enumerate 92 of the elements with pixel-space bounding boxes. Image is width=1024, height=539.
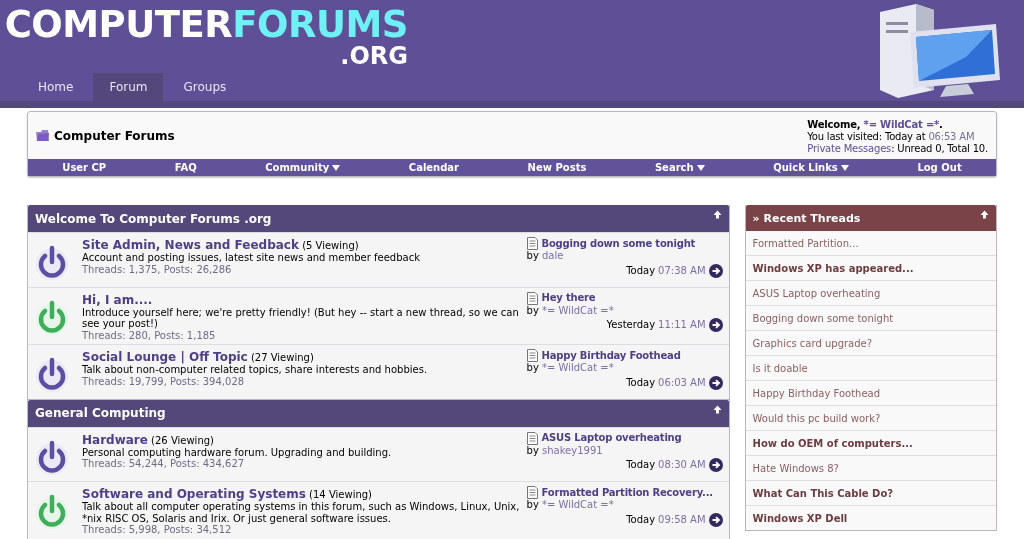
forum-stats: Threads: 19,799, Posts: 394,028 — [82, 375, 246, 387]
collapse-icon[interactable] — [712, 210, 722, 219]
forum-description: Personal computing hardware forum. Upgrading and building. — [82, 446, 393, 458]
recent-thread-link[interactable]: Hate Windows 8? — [745, 455, 996, 480]
nav-link[interactable]: User CP — [62, 162, 107, 173]
go-to-post-icon[interactable] — [708, 263, 723, 278]
nav-tab[interactable]: Forum — [93, 73, 164, 101]
nav-link[interactable]: New Posts — [527, 162, 587, 173]
forum-title-link[interactable]: Social Lounge | Off Topic — [82, 350, 248, 364]
viewing-count: (14 Viewing) — [309, 489, 372, 500]
last-post-link[interactable]: Bogging down some tonight — [541, 237, 696, 250]
post-day: Today — [626, 376, 656, 389]
recent-thread-link[interactable]: Formatted Partition... — [745, 231, 996, 255]
forum-home-title[interactable]: Computer Forums — [54, 128, 175, 143]
recent-thread-link[interactable]: Windows XP has appeared... — [745, 255, 996, 280]
post-time: 09:58 AM — [658, 513, 706, 526]
folder-icon — [36, 130, 49, 141]
viewing-count: (5 Viewing) — [302, 240, 359, 251]
username-link[interactable]: *= WildCat =* — [542, 499, 614, 510]
nav-link[interactable]: Community — [265, 162, 341, 173]
nav-link[interactable]: Search — [654, 162, 705, 173]
nav-tab[interactable]: Home — [24, 73, 88, 101]
forum-description: Account and posting issues, latest site news and member feedback — [82, 252, 421, 264]
go-to-post-icon[interactable] — [708, 458, 723, 472]
viewing-count: (27 Viewing) — [250, 352, 314, 363]
forum-description: Talk about non-computer related topics, share interests and hobbies. — [82, 364, 429, 376]
last-visited-text: You last visited: Today at 06:53 AM — [807, 130, 976, 143]
welcome-text: Welcome, *= WildCat =*. — [807, 118, 944, 131]
post-time: 11:11 AM — [658, 319, 706, 331]
last-post-link[interactable]: Hey there — [541, 292, 596, 304]
go-to-post-icon[interactable] — [708, 318, 723, 332]
go-to-post-icon[interactable] — [708, 375, 723, 390]
logo-text[interactable]: FORUMS — [232, 6, 408, 44]
recent-thread-link[interactable]: Would this pc build work? — [745, 405, 996, 430]
nav-link[interactable]: Quick Links — [773, 162, 849, 173]
logo-suffix[interactable]: .ORG — [340, 44, 408, 68]
document-icon — [526, 349, 538, 362]
username-link[interactable]: shakey1991 — [542, 444, 603, 456]
category-title[interactable]: Welcome To Computer Forums .org — [35, 211, 272, 226]
last-post-link[interactable]: ASUS Laptop overheating — [541, 432, 682, 444]
post-time: 06:03 AM — [658, 376, 706, 389]
post-time: 08:30 AM — [658, 459, 706, 471]
nav-link[interactable]: Calendar — [408, 162, 460, 173]
go-to-post-icon[interactable] — [708, 512, 723, 527]
username-link[interactable]: *= WildCat =* — [542, 362, 614, 373]
panel-title: » Recent Threads — [752, 211, 861, 225]
forum-title-link[interactable]: Software and Operating Systems — [82, 487, 306, 501]
document-icon — [526, 291, 538, 305]
forum-title-link[interactable]: Hardware — [82, 432, 148, 447]
nav-link[interactable]: FAQ — [174, 162, 197, 173]
by-label: by — [526, 444, 539, 456]
forum-stats: Threads: 54,244, Posts: 434,627 — [82, 458, 246, 470]
forum-stats: Threads: 5,998, Posts: 34,512 — [82, 524, 233, 536]
logo-text[interactable]: COMPUTER — [4, 6, 233, 44]
by-label: by — [526, 499, 539, 510]
username-link[interactable]: dale — [542, 250, 564, 261]
by-label: by — [526, 250, 539, 261]
recent-thread-link[interactable]: Is it doable — [745, 355, 996, 380]
username-link[interactable]: *= WildCat =* — [542, 304, 614, 316]
username-link[interactable]: *= WildCat =* — [863, 118, 940, 130]
recent-thread-link[interactable]: How do OEM of computers... — [745, 430, 996, 455]
collapse-icon[interactable] — [980, 210, 989, 219]
by-label: by — [526, 362, 539, 373]
post-day: Today — [626, 513, 656, 526]
post-day: Yesterday — [606, 319, 656, 331]
forum-description: Introduce yourself here; we're pretty friendly! (But hey -- start a new thread, so we can see your post!) — [82, 306, 520, 330]
viewing-count: (26 Viewing) — [151, 434, 214, 446]
collapse-icon[interactable] — [712, 404, 722, 414]
forum-stats: Threads: 280, Posts: 1,185 — [82, 329, 217, 341]
forum-stats: Threads: 1,375, Posts: 26,286 — [82, 263, 233, 275]
by-label: by — [526, 304, 539, 316]
nav-tab[interactable]: Groups — [169, 73, 241, 101]
recent-thread-link[interactable]: ASUS Laptop overheating — [745, 280, 996, 305]
nav-link[interactable]: Log Out — [917, 162, 962, 173]
document-icon — [526, 486, 538, 499]
post-day: Today — [626, 264, 656, 277]
last-post-link[interactable]: Formatted Partition Recovery... — [541, 486, 713, 499]
recent-thread-link[interactable]: Graphics card upgrade? — [745, 330, 996, 355]
recent-thread-link[interactable]: What Can This Cable Do? — [745, 480, 996, 505]
forum-title-link[interactable]: Site Admin, News and Feedback — [82, 238, 299, 252]
document-icon — [526, 431, 538, 445]
last-post-link[interactable]: Happy Birthday Foothead — [541, 349, 681, 362]
recent-thread-link[interactable]: Windows XP Dell — [745, 505, 996, 530]
post-time: 07:38 AM — [658, 264, 706, 277]
post-day: Today — [626, 459, 656, 471]
forum-title-link[interactable]: Hi, I am.... — [82, 292, 153, 307]
recent-thread-link[interactable]: Bogging down some tonight — [745, 305, 996, 330]
message-count-text: : Unread 0, Total 10. — [891, 142, 988, 154]
recent-thread-link[interactable]: Happy Birthday Foothead — [745, 380, 996, 405]
category-title[interactable]: General Computing — [35, 406, 166, 420]
document-icon — [526, 237, 538, 250]
forum-description: Talk about all computer operating systems in this forum, such as Windows, Linux, Unix, *nix RISC OS, Solaris and Irix. Or just general software issues. — [82, 501, 521, 524]
